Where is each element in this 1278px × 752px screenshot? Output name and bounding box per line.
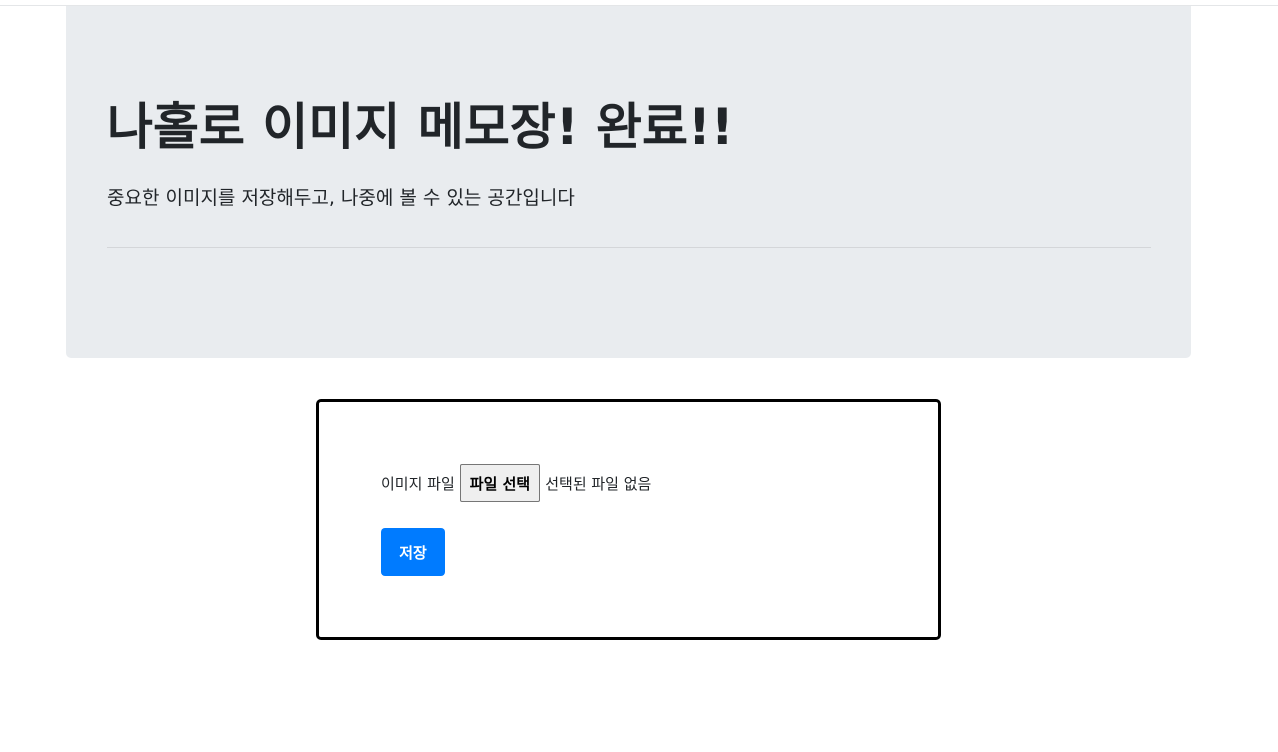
file-status-text: 선택된 파일 없음 [545, 474, 652, 493]
file-input-row: 이미지 파일 파일 선택 선택된 파일 없음 [381, 464, 651, 502]
save-button[interactable]: 저장 [381, 528, 445, 576]
jumbotron: 나홀로 이미지 메모장! 완료!! 중요한 이미지를 저장해두고, 나중에 볼 … [66, 6, 1191, 358]
file-input-label: 이미지 파일 [381, 474, 455, 493]
choose-file-button[interactable]: 파일 선택 [459, 464, 541, 502]
jumbotron-divider [107, 247, 1151, 248]
page-lead: 중요한 이미지를 저장해두고, 나중에 볼 수 있는 공간입니다 [107, 187, 575, 209]
upload-card: 이미지 파일 파일 선택 선택된 파일 없음 저장 [316, 399, 941, 640]
page-title: 나홀로 이미지 메모장! 완료!! [107, 98, 734, 156]
